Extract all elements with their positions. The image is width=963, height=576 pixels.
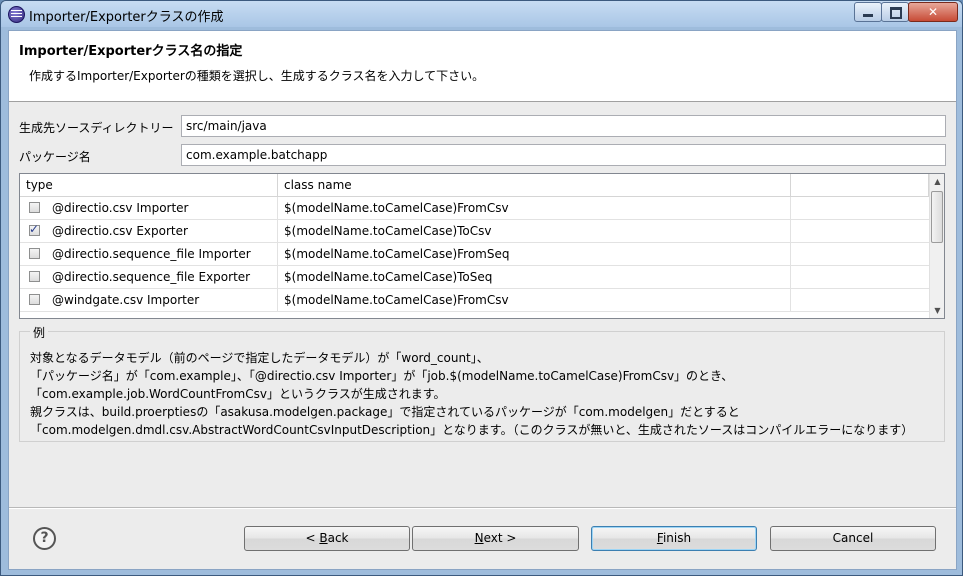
back-rest: ack <box>327 531 349 545</box>
close-icon: ✕ <box>927 5 939 19</box>
close-button[interactable]: ✕ <box>908 2 958 22</box>
example-group: 例 対象となるデータモデル（前のページで指定したデータモデル）が「word_co… <box>19 324 945 442</box>
column-header-filler <box>791 174 929 197</box>
dialog-client: Importer/Exporterクラス名の指定 作成するImporter/Ex… <box>8 30 957 570</box>
example-title: 例 <box>30 324 49 341</box>
scroll-down-icon[interactable]: ▼ <box>930 303 944 318</box>
type-text: @directio.csv Exporter <box>52 224 188 238</box>
row-checkbox[interactable]: ✓ <box>29 222 40 236</box>
class-name-cell[interactable]: $(modelName.toCamelCase)FromSeq <box>278 243 791 266</box>
wizard-header: Importer/Exporterクラス名の指定 作成するImporter/Ex… <box>9 31 956 102</box>
minimize-icon <box>863 14 873 17</box>
checkmark-icon: ✓ <box>29 222 40 236</box>
scroll-thumb[interactable] <box>931 191 943 243</box>
table-row[interactable]: @directio.sequence_file Exporter $(model… <box>20 266 929 289</box>
eclipse-icon <box>8 6 25 23</box>
example-line: 「パッケージ名」が「com.example」、「@directio.csv Im… <box>30 369 734 383</box>
finish-rest: inish <box>662 531 692 545</box>
page-title: Importer/Exporterクラス名の指定 <box>19 44 243 59</box>
type-cell: @directio.sequence_file Importer <box>20 243 278 266</box>
window-title: Importer/Exporterクラスの作成 <box>29 10 224 25</box>
scroll-up-icon[interactable]: ▲ <box>930 174 944 189</box>
package-label: パッケージ名 <box>19 150 91 164</box>
cancel-button[interactable]: Cancel <box>770 526 936 551</box>
class-name-cell[interactable]: $(modelName.toCamelCase)ToSeq <box>278 266 791 289</box>
example-line: 「com.modelgen.dmdl.csv.AbstractWordCount… <box>30 423 914 437</box>
title-bar[interactable]: Importer/Exporterクラスの作成 ✕ <box>1 1 962 27</box>
source-dir-field[interactable]: src/main/java <box>181 115 946 137</box>
column-header-class-name[interactable]: class name <box>278 174 791 197</box>
table-row[interactable]: ✓ @directio.csv Exporter $(modelName.toC… <box>20 220 929 243</box>
type-table: type class name @directio.csv Importer $… <box>19 173 945 319</box>
type-cell: @windgate.csv Importer <box>20 289 278 312</box>
page-description: 作成するImporter/Exporterの種類を選択し、生成するクラス名を入力… <box>29 69 485 83</box>
package-field[interactable]: com.example.batchapp <box>181 144 946 166</box>
example-line: 親クラスは、build.proerptiesの「asakusa.modelgen… <box>30 405 740 419</box>
class-name-cell[interactable]: $(modelName.toCamelCase)FromCsv <box>278 289 791 312</box>
dialog-window: Importer/Exporterクラスの作成 ✕ Importer/Expor… <box>0 0 963 576</box>
button-separator <box>9 507 956 509</box>
table-scrollbar[interactable]: ▲ ▼ <box>929 174 944 318</box>
row-checkbox[interactable] <box>29 248 40 259</box>
row-checkbox[interactable] <box>29 271 40 282</box>
next-mnemonic: N <box>474 531 484 545</box>
table-row[interactable]: @directio.csv Importer $(modelName.toCam… <box>20 197 929 220</box>
type-cell: @directio.csv Importer <box>20 197 278 220</box>
type-text: @directio.sequence_file Exporter <box>52 270 251 284</box>
type-text: @windgate.csv Importer <box>52 293 200 307</box>
back-prefix: < <box>305 531 320 545</box>
maximize-button[interactable] <box>881 2 909 22</box>
next-button[interactable]: Next > <box>412 526 579 551</box>
table-row[interactable]: @directio.sequence_file Importer $(model… <box>20 243 929 266</box>
type-text: @directio.csv Importer <box>52 201 189 215</box>
table-row[interactable]: @windgate.csv Importer $(modelName.toCam… <box>20 289 929 312</box>
type-cell: ✓ @directio.csv Exporter <box>20 220 278 243</box>
maximize-icon <box>890 7 902 19</box>
back-button[interactable]: < Back <box>244 526 410 551</box>
finish-button[interactable]: Finish <box>591 526 757 551</box>
row-checkbox[interactable] <box>29 294 40 305</box>
type-text: @directio.sequence_file Importer <box>52 247 251 261</box>
next-rest: ext > <box>483 531 517 545</box>
back-mnemonic: B <box>319 531 328 545</box>
class-name-cell[interactable]: $(modelName.toCamelCase)ToCsv <box>278 220 791 243</box>
row-checkbox[interactable] <box>29 202 40 213</box>
column-header-type[interactable]: type <box>20 174 278 197</box>
example-line: 対象となるデータモデル（前のページで指定したデータモデル）が「word_coun… <box>30 351 489 365</box>
source-dir-label: 生成先ソースディレクトリー <box>19 121 174 135</box>
class-name-cell[interactable]: $(modelName.toCamelCase)FromCsv <box>278 197 791 220</box>
type-cell: @directio.sequence_file Exporter <box>20 266 278 289</box>
example-line: 「com.example.job.WordCountFromCsv」というクラス… <box>30 387 446 401</box>
help-icon[interactable]: ? <box>33 527 56 550</box>
minimize-button[interactable] <box>854 2 882 22</box>
